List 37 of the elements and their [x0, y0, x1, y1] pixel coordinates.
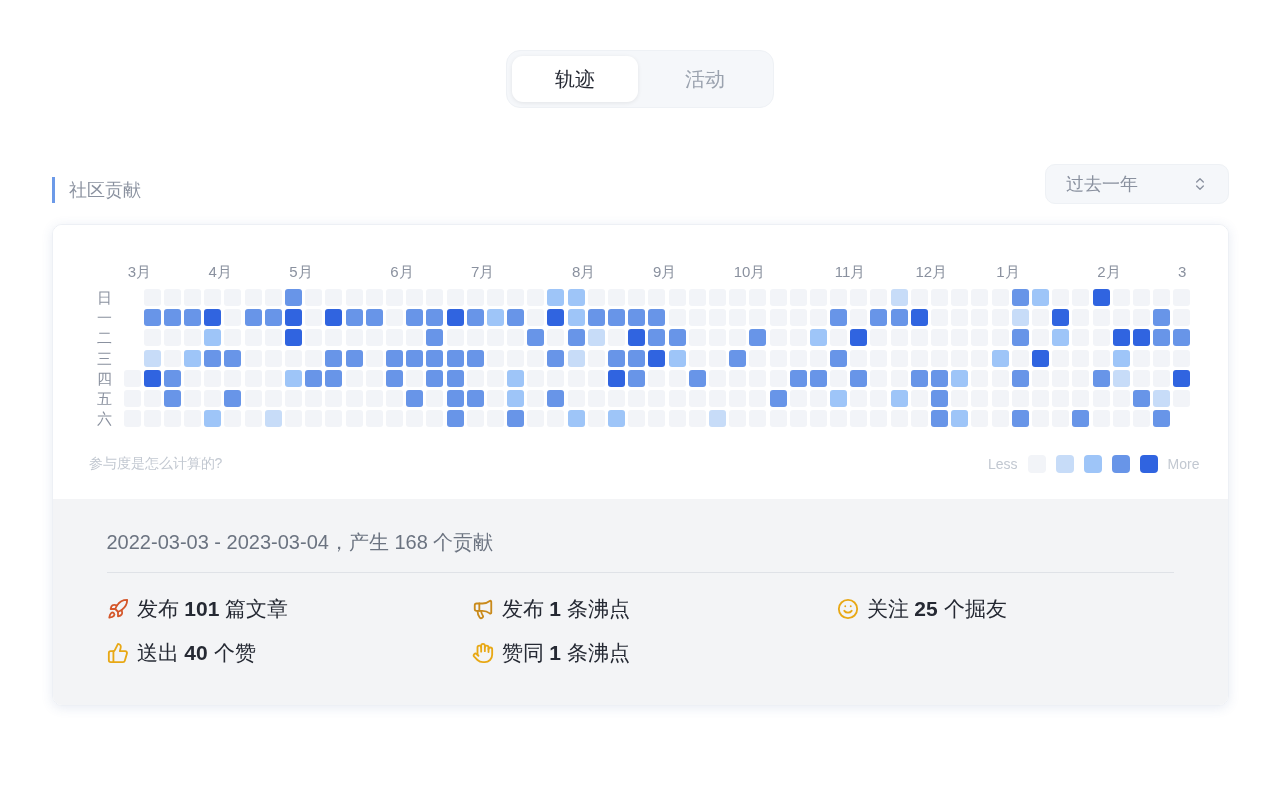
thumbs-up-icon: [106, 642, 129, 665]
stat-text: 发布 1 条沸点: [501, 596, 630, 623]
month-label: 3月: [127, 263, 152, 282]
stat-text: 送出 40 个赞: [136, 640, 256, 667]
month-label: 8月: [572, 263, 596, 282]
month-label: 1月: [996, 263, 1020, 282]
help-link[interactable]: 参与度是怎么计算的?: [88, 455, 223, 474]
month-label: 6月: [390, 263, 414, 282]
weekday-label: 五: [95, 389, 113, 407]
smiley-icon: [836, 598, 859, 621]
weekday-label: 三: [95, 349, 113, 367]
month-label: 10月: [733, 263, 766, 282]
tab[interactable]: 轨迹: [512, 56, 638, 102]
tab[interactable]: 活动: [642, 56, 768, 102]
month-label: 11月: [834, 263, 866, 282]
month-label: 7月: [471, 263, 495, 282]
month-label: 4月: [208, 263, 232, 282]
summary-text: 2022-03-03 - 2023-03-04，产生 168 个贡献: [106, 529, 1174, 574]
range-select[interactable]: 过去一年: [1044, 164, 1229, 204]
weekday-label: 日: [95, 289, 113, 306]
month-label: 2月: [1097, 263, 1121, 282]
weekday-label: 四: [95, 369, 113, 387]
stat-text: 赞同 1 条沸点: [501, 640, 630, 667]
month-label: 3: [1178, 263, 1187, 280]
legend-label: Less: [988, 456, 1018, 473]
legend-label: More: [1167, 456, 1200, 473]
section-title: 社区贡献: [51, 177, 141, 203]
megaphone-icon: [471, 598, 494, 621]
month-label: 5月: [289, 263, 313, 282]
weekday-label: 六: [95, 410, 113, 428]
weekday-label: 二: [95, 329, 113, 347]
month-label: 9月: [652, 263, 677, 282]
rocket-icon: [106, 598, 129, 621]
month-label: 12月: [915, 263, 948, 282]
stat-text: 关注 25 个掘友: [866, 596, 1007, 623]
stat-text: 发布 101 篇文章: [136, 596, 289, 623]
weekday-label: 一: [95, 309, 113, 327]
